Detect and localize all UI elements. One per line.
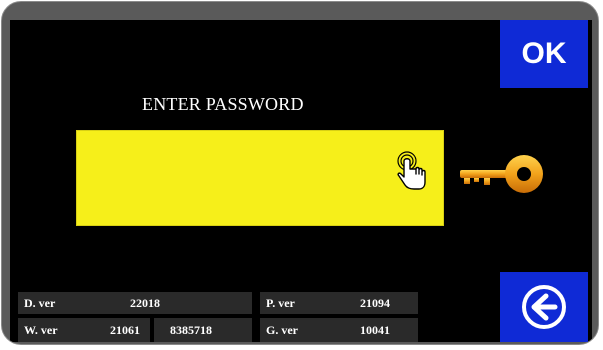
info-g-ver: G. ver 10041 [260,318,418,342]
device-bezel: OK ENTER PASSWORD D. ver 22018 W. ver 21… [1,1,599,345]
back-button[interactable] [500,272,588,342]
key-icon [460,155,543,193]
d-ver-value: 22018 [130,295,160,310]
touch-hand-icon [397,151,426,190]
p-ver-value: 21094 [360,295,390,310]
g-ver-label: G. ver [266,322,298,337]
info-d-ver: D. ver 22018 [18,292,252,314]
password-field[interactable] [76,130,444,226]
w-ver-value: 21061 [110,322,140,337]
p-ver-label: P. ver [266,295,295,310]
ok-button[interactable]: OK [500,20,588,88]
info-w-ver: W. ver 21061 [18,318,150,342]
g-ver-value: 10041 [360,322,390,337]
w-ver-extra-value: 8385718 [170,322,212,337]
ok-button-label: OK [521,37,567,70]
info-p-ver: P. ver 21094 [260,292,418,314]
back-arrow-icon [522,285,566,329]
w-ver-label: W. ver [24,322,58,337]
info-w-ver-extra: 8385718 [154,318,252,342]
d-ver-label: D. ver [24,295,56,310]
page-title: ENTER PASSWORD [142,94,304,114]
screen: OK ENTER PASSWORD D. ver 22018 W. ver 21… [10,20,592,342]
